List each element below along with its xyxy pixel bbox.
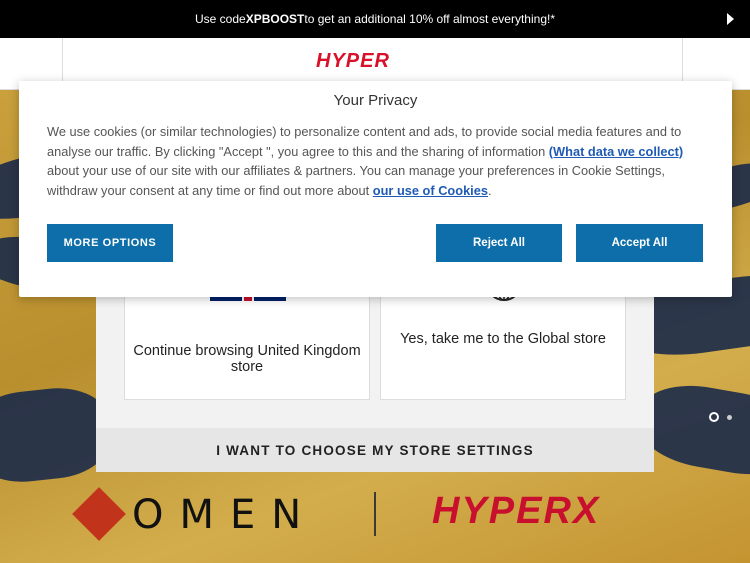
more-options-button[interactable]: MORE OPTIONS	[47, 224, 173, 262]
promo-code: XPBOOST	[245, 12, 305, 26]
store-option-uk-label: Continue browsing United Kingdom store	[133, 343, 361, 375]
omen-logo: OMEN	[132, 492, 318, 538]
privacy-text: We use cookies (or similar technologies)…	[47, 122, 707, 200]
store-option-global[interactable]: Yes, take me to the Global store	[380, 282, 626, 400]
reject-all-button[interactable]: Reject All	[436, 224, 562, 262]
carousel-dot[interactable]	[727, 414, 732, 420]
store-settings-button[interactable]: I WANT TO CHOOSE MY STORE SETTINGS	[96, 428, 654, 472]
brand-divider	[374, 492, 376, 536]
hyperx-logo: HYPERX	[432, 490, 601, 532]
chevron-right-icon[interactable]	[727, 13, 734, 25]
accept-all-button[interactable]: Accept All	[576, 224, 703, 262]
store-option-uk[interactable]: Continue browsing United Kingdom store	[124, 282, 370, 400]
cookies-policy-link[interactable]: our use of Cookies	[373, 183, 488, 198]
store-selector: Continue browsing United Kingdom store Y…	[96, 272, 654, 472]
promo-bar: Use code XPBOOST to get an additional 10…	[0, 0, 750, 38]
privacy-text-part: .	[487, 182, 492, 198]
promo-prefix: Use code	[195, 12, 246, 26]
carousel-dots	[709, 412, 732, 422]
what-data-link[interactable]: (What data we collect)	[549, 144, 683, 159]
privacy-dialog: Your Privacy We use cookies (or similar …	[19, 81, 732, 297]
site-logo[interactable]: HYPER	[316, 50, 390, 73]
privacy-title: Your Privacy	[333, 92, 418, 109]
promo-suffix: to get an additional 10% off almost ever…	[304, 12, 555, 26]
privacy-text-part: about your use of our site with our affi…	[47, 163, 665, 198]
store-option-global-label: Yes, take me to the Global store	[400, 331, 606, 347]
carousel-dot-active[interactable]	[709, 412, 719, 422]
